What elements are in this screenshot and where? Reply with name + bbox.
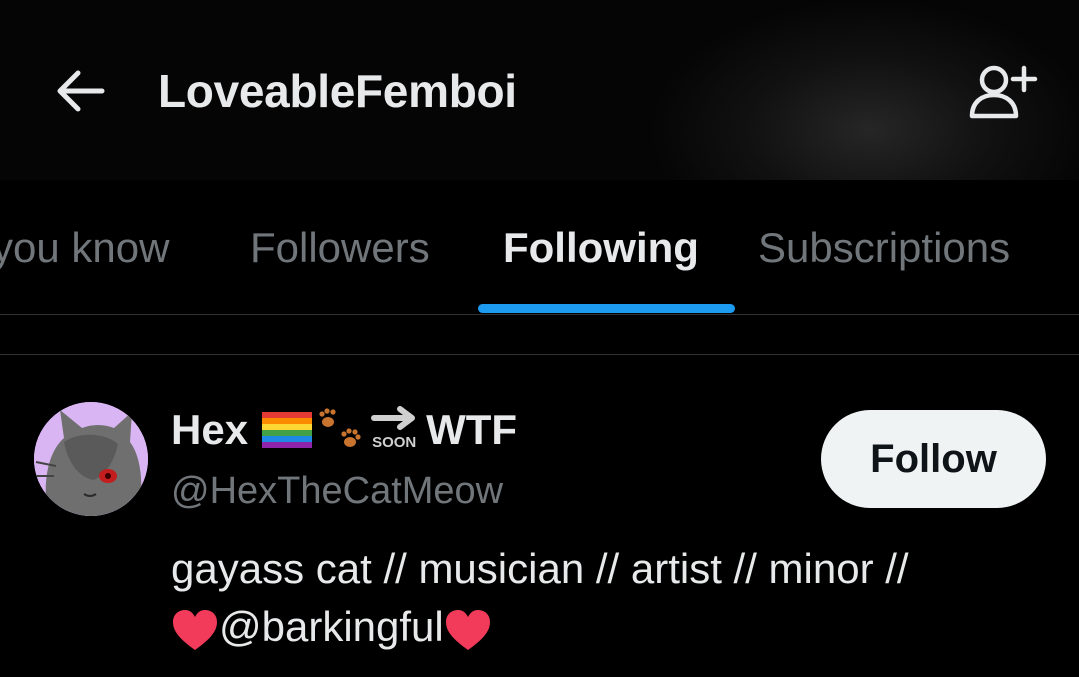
display-name: Hex SOON WTF — [171, 404, 517, 456]
tab-bar: you know Followers Following Subscriptio… — [0, 180, 1079, 315]
bio-line-2: @barkingful — [171, 598, 909, 656]
user-handle[interactable]: @HexTheCatMeow — [171, 470, 503, 513]
avatar[interactable] — [34, 402, 148, 516]
list-top-divider — [0, 354, 1079, 355]
rainbow-flag-icon — [262, 412, 313, 448]
top-bar: LoveableFemboi — [0, 0, 1079, 180]
tabs-divider — [0, 314, 1079, 315]
add-user-button[interactable] — [966, 58, 1040, 124]
user-bio: gayass cat // musician // artist // mino… — [171, 540, 909, 656]
follow-button[interactable]: Follow — [821, 410, 1046, 508]
active-tab-indicator — [478, 304, 735, 313]
tab-you-know[interactable]: you know — [0, 224, 169, 272]
tab-following[interactable]: Following — [503, 224, 699, 272]
arrow-left-icon — [57, 70, 105, 112]
soon-label: SOON — [372, 434, 417, 451]
tab-subscriptions[interactable]: Subscriptions — [758, 224, 1010, 272]
user-name-suffix: WTF — [426, 406, 518, 453]
soon-arrow-icon: SOON — [368, 404, 426, 456]
red-heart-icon — [173, 609, 217, 650]
bio-line-1: gayass cat // musician // artist // mino… — [171, 545, 909, 592]
page-title: LoveableFemboi — [158, 65, 517, 117]
user-name: Hex — [171, 406, 249, 453]
bio-mention[interactable]: @barkingful — [219, 603, 444, 650]
red-heart-icon — [445, 609, 490, 650]
paw-prints-icon — [319, 408, 361, 447]
back-button[interactable] — [52, 66, 108, 116]
tab-followers[interactable]: Followers — [250, 224, 430, 272]
add-user-icon — [969, 65, 1038, 119]
